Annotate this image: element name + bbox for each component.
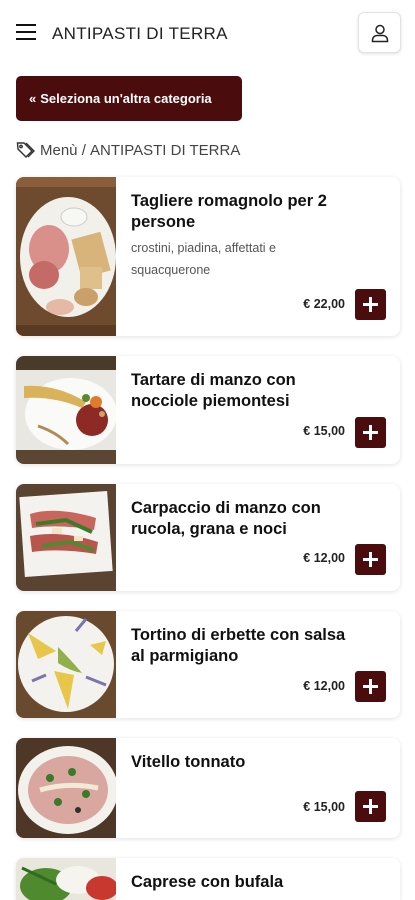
- menu-item-card[interactable]: Tortino di erbette con salsa al parmigia…: [16, 611, 400, 718]
- dish-photo: [16, 484, 116, 591]
- page-title: ANTIPASTI DI TERRA: [52, 24, 228, 43]
- dish-photo: [16, 356, 116, 464]
- menu-item-card[interactable]: Tartare di manzo con nocciole piemontesi…: [16, 356, 400, 464]
- add-to-cart-button[interactable]: [355, 289, 386, 320]
- tag-icon: [16, 141, 36, 159]
- item-price: € 15,00: [303, 424, 345, 438]
- plus-icon: [363, 425, 378, 440]
- breadcrumb-home-link[interactable]: Menù: [40, 142, 78, 159]
- plus-icon: [363, 799, 378, 814]
- user-icon: [371, 24, 388, 42]
- menu-item-card[interactable]: Vitello tonnato € 15,00: [16, 738, 400, 838]
- breadcrumb-current: ANTIPASTI DI TERRA: [90, 141, 241, 159]
- menu-item-card[interactable]: Carpaccio di manzo con rucola, grana e n…: [16, 484, 400, 591]
- add-to-cart-button[interactable]: [355, 544, 386, 575]
- item-name: Carpaccio di manzo con rucola, grana e n…: [131, 499, 321, 538]
- dish-photo: [16, 177, 116, 336]
- add-to-cart-button[interactable]: [355, 417, 386, 448]
- menu-icon[interactable]: [16, 24, 36, 41]
- top-bar: ANTIPASTI DI TERRA: [0, 0, 415, 66]
- add-to-cart-button[interactable]: [355, 791, 386, 822]
- breadcrumb: Menù / ANTIPASTI DI TERRA: [16, 140, 240, 160]
- dish-photo: [16, 858, 116, 900]
- breadcrumb-separator: /: [77, 141, 91, 159]
- dish-photo: [16, 611, 116, 718]
- item-name: Vitello tonnato: [131, 753, 246, 771]
- add-to-cart-button[interactable]: [355, 671, 386, 702]
- item-price: € 15,00: [303, 800, 345, 814]
- item-name: Tartare di manzo con nocciole piemontesi: [131, 371, 296, 410]
- item-name: Caprese con bufala: [131, 873, 284, 891]
- menu-item-card[interactable]: Tagliere romagnolo per 2 persone crostin…: [16, 177, 400, 336]
- menu-item-card[interactable]: Caprese con bufala: [16, 858, 400, 900]
- plus-icon: [363, 552, 378, 567]
- plus-icon: [363, 297, 378, 312]
- plus-icon: [363, 679, 378, 694]
- item-name: Tortino di erbette con salsa al parmigia…: [131, 626, 346, 665]
- select-category-label: Seleziona un'altra categoria: [40, 91, 212, 106]
- item-name: Tagliere romagnolo per 2 persone: [131, 192, 327, 231]
- dish-photo: [16, 738, 116, 838]
- chevrons-left-icon: «: [29, 91, 37, 106]
- item-price: € 12,00: [303, 551, 345, 565]
- select-category-button[interactable]: « Seleziona un'altra categoria: [16, 76, 242, 121]
- item-description: crostini, piadina, affettati e squacquer…: [131, 241, 276, 277]
- item-price: € 12,00: [303, 679, 345, 693]
- user-account-button[interactable]: [358, 12, 401, 53]
- item-price: € 22,00: [303, 297, 345, 311]
